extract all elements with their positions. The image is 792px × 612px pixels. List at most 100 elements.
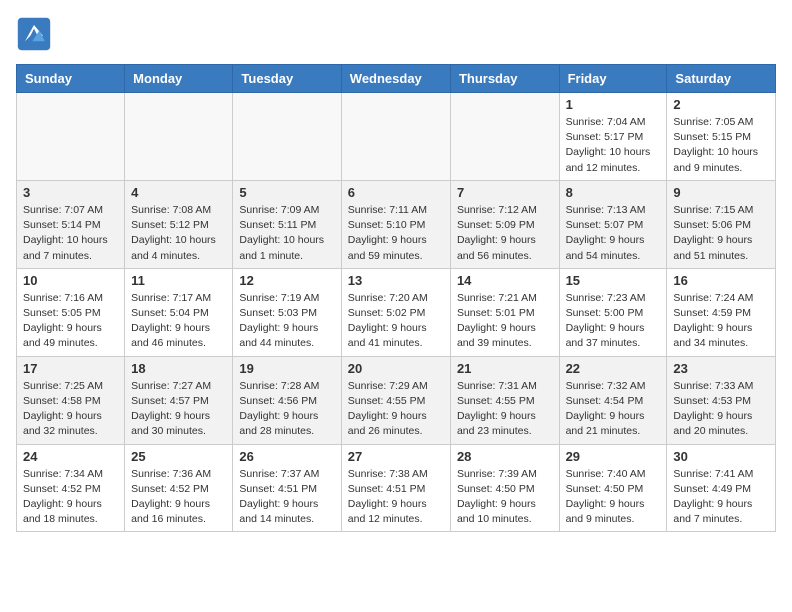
day-info: Sunrise: 7:36 AM Sunset: 4:52 PM Dayligh… [131,467,226,528]
day-number: 2 [673,97,769,112]
day-number: 1 [566,97,661,112]
day-number: 29 [566,449,661,464]
calendar-cell: 22 Sunrise: 7:32 AM Sunset: 4:54 PM Dayli… [559,356,667,444]
day-info: Sunrise: 7:15 AM Sunset: 5:06 PM Dayligh… [673,203,769,264]
day-number: 3 [23,185,118,200]
calendar-cell: 6 Sunrise: 7:11 AM Sunset: 5:10 PM Daylig… [341,180,450,268]
weekday-header: Thursday [450,65,559,93]
day-info: Sunrise: 7:11 AM Sunset: 5:10 PM Dayligh… [348,203,444,264]
day-info: Sunrise: 7:09 AM Sunset: 5:11 PM Dayligh… [239,203,334,264]
day-number: 23 [673,361,769,376]
calendar-cell: 30 Sunrise: 7:41 AM Sunset: 4:49 PM Dayli… [667,444,776,532]
calendar-cell: 11 Sunrise: 7:17 AM Sunset: 5:04 PM Dayli… [125,268,233,356]
day-number: 4 [131,185,226,200]
day-info: Sunrise: 7:27 AM Sunset: 4:57 PM Dayligh… [131,379,226,440]
day-info: Sunrise: 7:34 AM Sunset: 4:52 PM Dayligh… [23,467,118,528]
day-info: Sunrise: 7:33 AM Sunset: 4:53 PM Dayligh… [673,379,769,440]
day-number: 22 [566,361,661,376]
logo [16,16,56,52]
calendar-header-row: SundayMondayTuesdayWednesdayThursdayFrid… [17,65,776,93]
weekday-header: Wednesday [341,65,450,93]
day-number: 28 [457,449,553,464]
day-info: Sunrise: 7:07 AM Sunset: 5:14 PM Dayligh… [23,203,118,264]
day-number: 20 [348,361,444,376]
day-info: Sunrise: 7:08 AM Sunset: 5:12 PM Dayligh… [131,203,226,264]
calendar-cell: 1 Sunrise: 7:04 AM Sunset: 5:17 PM Daylig… [559,93,667,181]
calendar-cell: 15 Sunrise: 7:23 AM Sunset: 5:00 PM Dayli… [559,268,667,356]
day-info: Sunrise: 7:28 AM Sunset: 4:56 PM Dayligh… [239,379,334,440]
calendar-cell: 24 Sunrise: 7:34 AM Sunset: 4:52 PM Dayli… [17,444,125,532]
day-number: 16 [673,273,769,288]
day-info: Sunrise: 7:19 AM Sunset: 5:03 PM Dayligh… [239,291,334,352]
page-header [16,16,776,52]
calendar-cell: 12Sunrise: 7:19 AM Sunset: 5:03 PM Dayli… [233,268,341,356]
calendar-cell [17,93,125,181]
logo-icon [16,16,52,52]
day-number: 30 [673,449,769,464]
calendar-cell: 9 Sunrise: 7:15 AM Sunset: 5:06 PM Daylig… [667,180,776,268]
calendar-week-row: 1 Sunrise: 7:04 AM Sunset: 5:17 PM Daylig… [17,93,776,181]
day-info: Sunrise: 7:05 AM Sunset: 5:15 PM Dayligh… [673,115,769,176]
calendar-cell: 14 Sunrise: 7:21 AM Sunset: 5:01 PM Dayli… [450,268,559,356]
calendar-cell: 13 Sunrise: 7:20 AM Sunset: 5:02 PM Dayli… [341,268,450,356]
day-number: 10 [23,273,118,288]
calendar-cell: 29 Sunrise: 7:40 AM Sunset: 4:50 PM Dayli… [559,444,667,532]
day-number: 24 [23,449,118,464]
day-number: 14 [457,273,553,288]
weekday-header: Saturday [667,65,776,93]
calendar-week-row: 3 Sunrise: 7:07 AM Sunset: 5:14 PM Daylig… [17,180,776,268]
day-number: 11 [131,273,226,288]
day-info: Sunrise: 7:17 AM Sunset: 5:04 PM Dayligh… [131,291,226,352]
calendar-cell: 2 Sunrise: 7:05 AM Sunset: 5:15 PM Daylig… [667,93,776,181]
day-info: Sunrise: 7:31 AM Sunset: 4:55 PM Dayligh… [457,379,553,440]
day-info: Sunrise: 7:13 AM Sunset: 5:07 PM Dayligh… [566,203,661,264]
day-info: Sunrise: 7:16 AM Sunset: 5:05 PM Dayligh… [23,291,118,352]
weekday-header: Friday [559,65,667,93]
day-info: Sunrise: 7:20 AM Sunset: 5:02 PM Dayligh… [348,291,444,352]
calendar-cell: 28 Sunrise: 7:39 AM Sunset: 4:50 PM Dayli… [450,444,559,532]
day-number: 9 [673,185,769,200]
calendar-cell: 17 Sunrise: 7:25 AM Sunset: 4:58 PM Dayli… [17,356,125,444]
day-info: Sunrise: 7:40 AM Sunset: 4:50 PM Dayligh… [566,467,661,528]
calendar-cell: 18 Sunrise: 7:27 AM Sunset: 4:57 PM Dayli… [125,356,233,444]
calendar: SundayMondayTuesdayWednesdayThursdayFrid… [16,64,776,532]
calendar-cell: 20 Sunrise: 7:29 AM Sunset: 4:55 PM Dayli… [341,356,450,444]
day-info: Sunrise: 7:37 AM Sunset: 4:51 PM Dayligh… [239,467,334,528]
calendar-cell: 19 Sunrise: 7:28 AM Sunset: 4:56 PM Dayli… [233,356,341,444]
day-info: Sunrise: 7:12 AM Sunset: 5:09 PM Dayligh… [457,203,553,264]
day-number: 26 [239,449,334,464]
day-info: Sunrise: 7:41 AM Sunset: 4:49 PM Dayligh… [673,467,769,528]
calendar-cell: 4 Sunrise: 7:08 AM Sunset: 5:12 PM Daylig… [125,180,233,268]
day-number: 8 [566,185,661,200]
day-info: Sunrise: 7:32 AM Sunset: 4:54 PM Dayligh… [566,379,661,440]
day-info: Sunrise: 7:21 AM Sunset: 5:01 PM Dayligh… [457,291,553,352]
day-number: 25 [131,449,226,464]
day-number: 7 [457,185,553,200]
calendar-cell: 23 Sunrise: 7:33 AM Sunset: 4:53 PM Dayli… [667,356,776,444]
calendar-cell: 21Sunrise: 7:31 AM Sunset: 4:55 PM Dayli… [450,356,559,444]
weekday-header: Tuesday [233,65,341,93]
calendar-cell: 27Sunrise: 7:38 AM Sunset: 4:51 PM Dayli… [341,444,450,532]
day-number: 15 [566,273,661,288]
day-info: Sunrise: 7:25 AM Sunset: 4:58 PM Dayligh… [23,379,118,440]
calendar-cell: 16Sunrise: 7:24 AM Sunset: 4:59 PM Dayli… [667,268,776,356]
day-number: 18 [131,361,226,376]
day-number: 19 [239,361,334,376]
day-number: 6 [348,185,444,200]
calendar-cell: 5 Sunrise: 7:09 AM Sunset: 5:11 PM Daylig… [233,180,341,268]
calendar-cell [125,93,233,181]
calendar-cell: 25 Sunrise: 7:36 AM Sunset: 4:52 PM Dayli… [125,444,233,532]
day-info: Sunrise: 7:29 AM Sunset: 4:55 PM Dayligh… [348,379,444,440]
weekday-header: Sunday [17,65,125,93]
day-info: Sunrise: 7:38 AM Sunset: 4:51 PM Dayligh… [348,467,444,528]
day-info: Sunrise: 7:23 AM Sunset: 5:00 PM Dayligh… [566,291,661,352]
calendar-cell: 10 Sunrise: 7:16 AM Sunset: 5:05 PM Dayli… [17,268,125,356]
weekday-header: Monday [125,65,233,93]
day-info: Sunrise: 7:39 AM Sunset: 4:50 PM Dayligh… [457,467,553,528]
calendar-week-row: 17 Sunrise: 7:25 AM Sunset: 4:58 PM Dayli… [17,356,776,444]
day-number: 13 [348,273,444,288]
day-number: 5 [239,185,334,200]
day-info: Sunrise: 7:04 AM Sunset: 5:17 PM Dayligh… [566,115,661,176]
day-number: 17 [23,361,118,376]
calendar-cell [341,93,450,181]
